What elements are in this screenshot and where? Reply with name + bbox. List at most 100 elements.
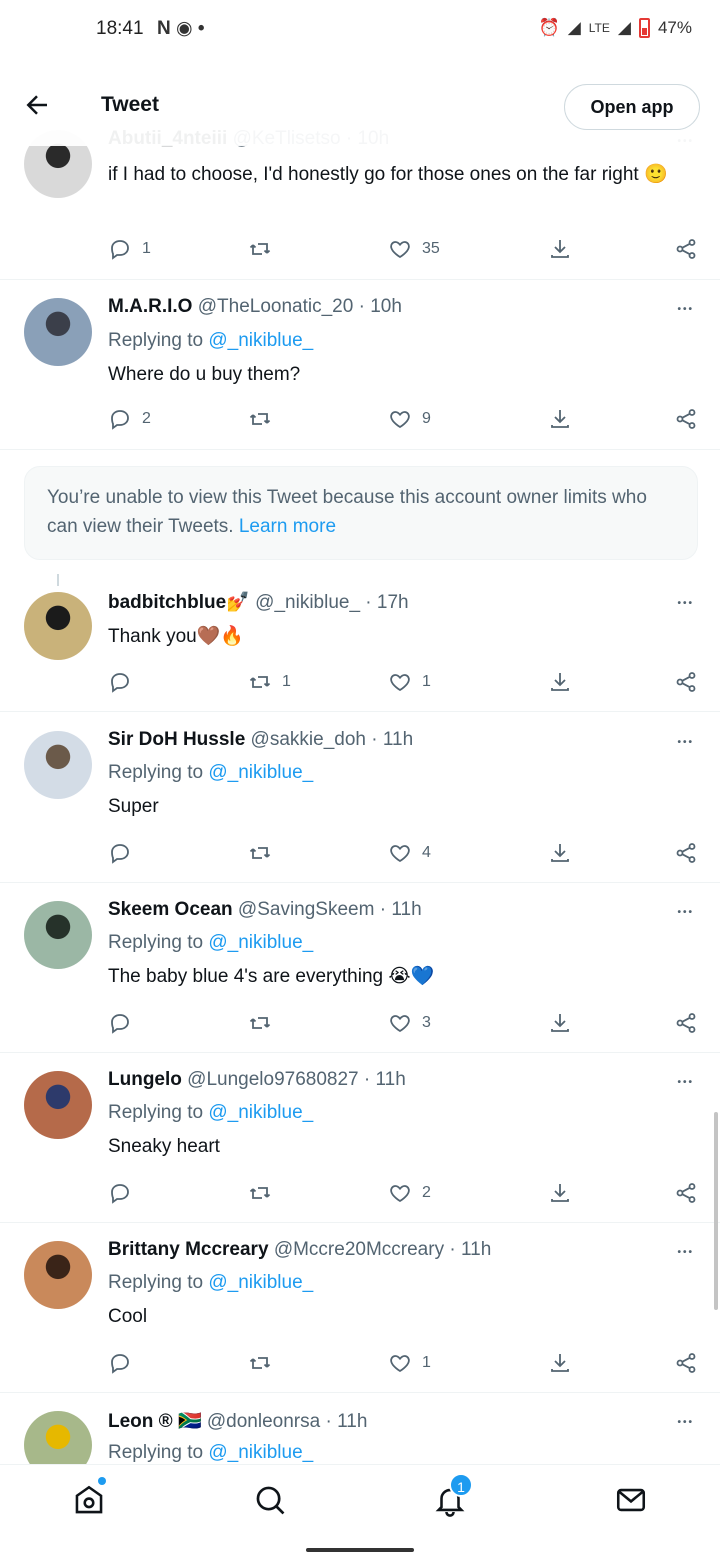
share-button[interactable] — [674, 1348, 698, 1378]
handle[interactable]: @Mccre20Mccreary — [274, 1239, 444, 1260]
handle[interactable]: @TheLoonatic_20 — [198, 296, 354, 317]
tweet-reply[interactable]: Leon ® 🇿🇦 @donleonrsa · 11h ••• Replying t… — [0, 1393, 720, 1479]
download-button[interactable] — [548, 1008, 572, 1038]
likes-count: 4 — [422, 844, 431, 861]
handle[interactable]: @SavingSkeem — [238, 899, 375, 920]
nav-search[interactable] — [253, 1483, 289, 1519]
open-app-button[interactable]: Open app — [564, 84, 700, 130]
like-button[interactable]: 1 — [388, 1348, 431, 1378]
mention-link[interactable]: @_nikiblue_ — [208, 330, 313, 351]
share-button[interactable] — [674, 838, 698, 868]
like-button[interactable]: 1 — [388, 667, 431, 697]
timestamp[interactable]: 11h — [383, 729, 413, 750]
retweet-button[interactable] — [248, 1348, 282, 1378]
handle[interactable]: @Lungelo97680827 — [187, 1069, 358, 1090]
like-button[interactable]: 4 — [388, 838, 431, 868]
retweet-button[interactable] — [248, 404, 282, 434]
mention-link[interactable]: @_nikiblue_ — [208, 1272, 313, 1293]
share-button[interactable] — [674, 404, 698, 434]
mention-link[interactable]: @_nikiblue_ — [208, 1102, 313, 1123]
more-options-icon[interactable]: ••• — [677, 304, 694, 315]
download-button[interactable] — [548, 404, 572, 434]
separator: · — [320, 1411, 338, 1432]
replying-to: Replying to @_nikiblue_ — [108, 1272, 313, 1294]
retweet-button[interactable] — [248, 234, 282, 264]
home-icon — [75, 1485, 103, 1514]
tweet-reply[interactable]: Brittany Mccreary @Mccre20Mccreary · 11h… — [0, 1223, 720, 1393]
timestamp[interactable]: 11h — [461, 1239, 491, 1260]
timestamp[interactable]: 17h — [377, 592, 409, 613]
like-button[interactable]: 2 — [388, 1178, 431, 1208]
avatar[interactable] — [24, 901, 92, 969]
download-button[interactable] — [548, 234, 572, 264]
more-options-icon[interactable]: ••• — [677, 598, 694, 609]
display-name[interactable]: Lungelo — [108, 1069, 182, 1090]
handle[interactable]: @sakkie_doh — [251, 729, 366, 750]
reply-button[interactable] — [108, 838, 142, 868]
download-button[interactable] — [548, 1348, 572, 1378]
timestamp[interactable]: 11h — [391, 899, 421, 920]
nav-messages[interactable] — [614, 1483, 650, 1519]
share-button[interactable] — [674, 1178, 698, 1208]
more-options-icon[interactable]: ••• — [677, 1077, 694, 1088]
mention-link[interactable]: @_nikiblue_ — [208, 762, 313, 783]
retweet-button[interactable] — [248, 838, 282, 868]
reply-button[interactable] — [108, 1008, 142, 1038]
avatar[interactable] — [24, 298, 92, 366]
tweet-reply[interactable]: M.A.R.I.O @TheLoonatic_20 · 10h ••• Replyi… — [0, 280, 720, 450]
share-button[interactable] — [674, 667, 698, 697]
retweet-icon — [248, 670, 272, 694]
display-name[interactable]: M.A.R.I.O — [108, 296, 192, 317]
learn-more-link[interactable]: Learn more — [239, 516, 336, 537]
more-options-icon[interactable]: ••• — [677, 737, 694, 748]
download-button[interactable] — [548, 1178, 572, 1208]
more-options-icon[interactable]: ••• — [677, 1247, 694, 1258]
mention-link[interactable]: @_nikiblue_ — [208, 932, 313, 953]
like-button[interactable]: 35 — [388, 234, 440, 264]
like-button[interactable]: 9 — [388, 404, 431, 434]
display-name[interactable]: badbitchblue💅 — [108, 592, 250, 613]
tweet-reply[interactable]: badbitchblue💅 @_nikiblue_ · 17h ••• Thank … — [0, 570, 720, 712]
avatar[interactable] — [24, 592, 92, 660]
share-button[interactable] — [674, 1008, 698, 1038]
timestamp[interactable]: 10h — [370, 296, 402, 317]
download-button[interactable] — [548, 667, 572, 697]
display-name[interactable]: Skeem Ocean — [108, 899, 233, 920]
avatar[interactable] — [24, 1071, 92, 1139]
tweet-header: Lungelo @Lungelo97680827 · 11h — [108, 1069, 406, 1091]
heart-icon — [388, 841, 412, 865]
reply-button[interactable] — [108, 667, 142, 697]
retweet-button[interactable] — [248, 1008, 282, 1038]
replying-to-label: Replying to — [108, 932, 204, 953]
tweet-reply[interactable]: Sir DoH Hussle @sakkie_doh · 11h ••• Reply… — [0, 712, 720, 883]
timestamp[interactable]: 11h — [337, 1411, 367, 1432]
more-options-icon[interactable]: ••• — [677, 907, 694, 918]
avatar[interactable] — [24, 1241, 92, 1309]
back-arrow-icon[interactable] — [22, 90, 52, 120]
nav-notifications[interactable]: 1 — [433, 1473, 473, 1519]
reply-button[interactable] — [108, 1178, 142, 1208]
heart-icon — [388, 1351, 412, 1375]
display-name[interactable]: Sir DoH Hussle — [108, 729, 245, 750]
like-button[interactable]: 3 — [388, 1008, 431, 1038]
avatar[interactable] — [24, 731, 92, 799]
retweet-button[interactable]: 1 — [248, 667, 291, 697]
tweet-reply[interactable]: Lungelo @Lungelo97680827 · 11h ••• Replyin… — [0, 1053, 720, 1223]
tweet-reply[interactable]: Skeem Ocean @SavingSkeem · 11h ••• Replyin… — [0, 883, 720, 1053]
nav-home[interactable] — [72, 1477, 108, 1519]
timestamp[interactable]: 11h — [376, 1069, 406, 1090]
reply-button[interactable] — [108, 1348, 142, 1378]
display-name[interactable]: Brittany Mccreary — [108, 1239, 269, 1260]
retweet-button[interactable] — [248, 1178, 282, 1208]
display-name[interactable]: Leon ® 🇿🇦 — [108, 1411, 202, 1432]
mention-link[interactable]: @_nikiblue_ — [208, 1442, 313, 1463]
scrollbar[interactable] — [714, 1112, 718, 1310]
handle[interactable]: @_nikiblue_ — [255, 592, 360, 613]
handle[interactable]: @donleonrsa — [207, 1411, 320, 1432]
share-icon — [674, 670, 698, 694]
reply-button[interactable]: 1 — [108, 234, 151, 264]
reply-button[interactable]: 2 — [108, 404, 151, 434]
more-options-icon[interactable]: ••• — [677, 1417, 694, 1428]
download-button[interactable] — [548, 838, 572, 868]
share-button[interactable] — [674, 234, 698, 264]
